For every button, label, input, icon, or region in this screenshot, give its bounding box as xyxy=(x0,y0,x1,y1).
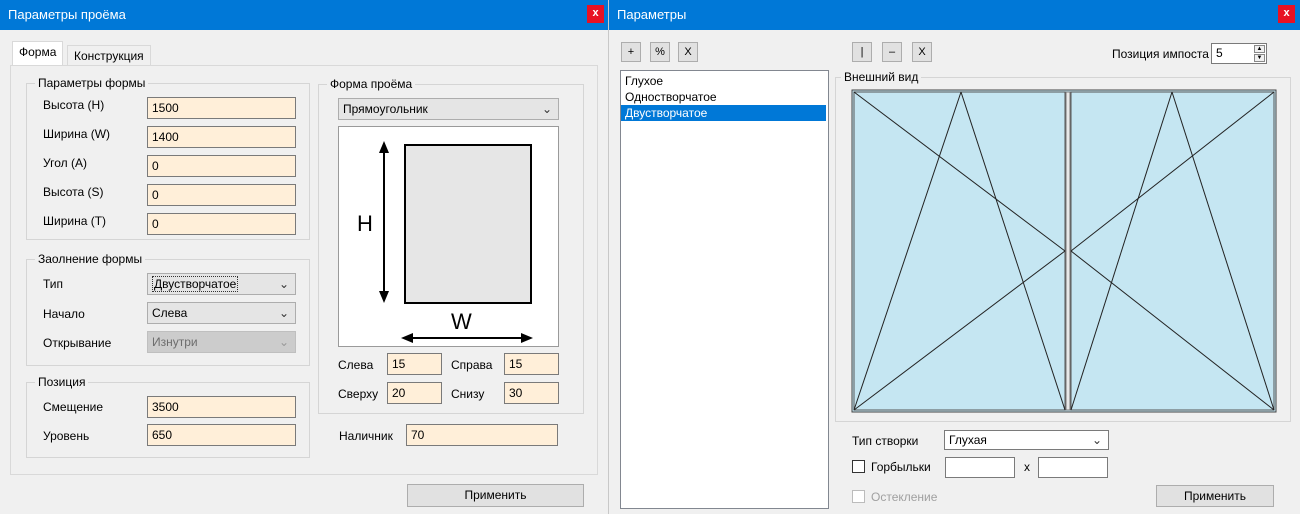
diagram-w-label: W xyxy=(451,309,472,334)
right-margin-input[interactable]: 15 xyxy=(504,353,559,375)
top-margin-input[interactable]: 20 xyxy=(387,382,442,404)
shape-select[interactable]: Прямоугольник ⌄ xyxy=(338,98,559,120)
delete-button[interactable]: X xyxy=(678,42,698,62)
opening-params-window: Параметры проёма x Форма Конструкция Пар… xyxy=(0,0,608,514)
height-s-label: Высота (S) xyxy=(43,185,104,199)
type-label: Тип xyxy=(43,277,64,291)
position-group: Позиция xyxy=(26,375,310,458)
glazing-checkbox[interactable] xyxy=(852,490,865,503)
glazing-bars-label: Горбыльки xyxy=(871,460,931,474)
tab-construction[interactable]: Конструкция xyxy=(67,45,151,67)
group-title: Заолнение формы xyxy=(35,252,146,266)
height-input[interactable]: 1500 xyxy=(147,97,296,119)
chevron-down-icon: ⌄ xyxy=(278,335,289,349)
list-item-selected[interactable]: Двустворчатое xyxy=(621,105,826,121)
impost-position-spinner[interactable]: 5 ▲ ▼ xyxy=(1211,43,1267,64)
spinner-down-icon[interactable]: ▼ xyxy=(1254,54,1265,62)
glazing-label: Остекление xyxy=(871,490,938,504)
arrow-right-icon xyxy=(521,333,533,343)
apply-button[interactable]: Применить xyxy=(407,484,584,507)
bottom-margin-input[interactable]: 30 xyxy=(504,382,559,404)
glazing-bars-height-input[interactable] xyxy=(1038,457,1108,478)
opening-select[interactable]: Изнутри ⌄ xyxy=(147,331,296,353)
level-input[interactable]: 650 xyxy=(147,424,296,446)
window-preview xyxy=(851,89,1277,414)
group-title: Позиция xyxy=(35,375,89,389)
width-input[interactable]: 1400 xyxy=(147,126,296,148)
vertical-impost-button[interactable]: | xyxy=(852,42,872,62)
mullion xyxy=(1065,91,1071,411)
diagram-h-label: H xyxy=(357,211,373,236)
params-window: Параметры x + % X | – X Позиция импоста … xyxy=(609,0,1300,514)
left-margin-label: Слева xyxy=(338,358,374,372)
type-select[interactable]: Двустворчатое ⌄ xyxy=(147,273,296,295)
chevron-down-icon: ⌄ xyxy=(278,306,289,320)
sash-type-value: Глухая xyxy=(949,433,987,447)
close-button[interactable]: x xyxy=(1278,5,1295,23)
apply-button[interactable]: Применить xyxy=(1156,485,1274,507)
chevron-down-icon: ⌄ xyxy=(541,102,552,116)
arrow-up-icon xyxy=(379,141,389,153)
casing-label: Наличник xyxy=(339,429,393,443)
window-title: Параметры xyxy=(609,0,1300,30)
type-select-value: Двустворчатое xyxy=(152,276,239,292)
left-margin-input[interactable]: 15 xyxy=(387,353,442,375)
group-title: Внешний вид xyxy=(841,70,922,84)
glazing-bars-width-input[interactable] xyxy=(945,457,1015,478)
shape-diagram xyxy=(338,126,559,347)
add-button[interactable]: + xyxy=(621,42,641,62)
arrow-down-icon xyxy=(379,291,389,303)
left-sash xyxy=(853,91,1066,411)
height-s-input[interactable]: 0 xyxy=(147,184,296,206)
shape-select-value: Прямоугольник xyxy=(343,102,428,116)
list-item[interactable]: Одностворчатое xyxy=(621,89,828,105)
arrow-left-icon xyxy=(401,333,413,343)
horizontal-impost-button[interactable]: – xyxy=(882,42,902,62)
delete-impost-button[interactable]: X xyxy=(912,42,932,62)
opening-label: Открывание xyxy=(43,336,112,350)
impost-position-value: 5 xyxy=(1216,46,1223,60)
close-button[interactable]: x xyxy=(587,5,604,23)
angle-input[interactable]: 0 xyxy=(147,155,296,177)
spinner-up-icon[interactable]: ▲ xyxy=(1254,45,1265,53)
group-title: Параметры формы xyxy=(35,76,149,90)
width-t-input[interactable]: 0 xyxy=(147,213,296,235)
window-preview-svg xyxy=(851,89,1277,413)
width-t-label: Ширина (T) xyxy=(43,214,107,228)
right-sash xyxy=(1070,91,1275,411)
glazing-bars-x-label: x xyxy=(1024,460,1030,474)
offset-label: Смещение xyxy=(43,400,104,414)
fill-type-list[interactable]: Глухое Одностворчатое Двустворчатое xyxy=(620,70,829,509)
start-select[interactable]: Слева ⌄ xyxy=(147,302,296,324)
chevron-down-icon: ⌄ xyxy=(278,277,289,291)
rect-shape xyxy=(404,144,532,304)
angle-label: Угол (A) xyxy=(43,156,87,170)
percent-button[interactable]: % xyxy=(650,42,670,62)
offset-input[interactable]: 3500 xyxy=(147,396,296,418)
width-label: Ширина (W) xyxy=(43,127,111,141)
glazing-bars-checkbox[interactable] xyxy=(852,460,865,473)
height-label: Высота (H) xyxy=(43,98,105,112)
casing-input[interactable]: 70 xyxy=(406,424,558,446)
sash-type-select[interactable]: Глухая ⌄ xyxy=(944,430,1109,450)
group-title: Форма проёма xyxy=(327,77,416,91)
right-margin-label: Справа xyxy=(451,358,493,372)
start-label: Начало xyxy=(43,307,85,321)
list-item[interactable]: Глухое xyxy=(621,73,828,89)
level-label: Уровень xyxy=(43,429,90,443)
impost-position-label: Позиция импоста xyxy=(1112,47,1209,61)
shape-diagram-svg xyxy=(379,141,533,343)
bottom-margin-label: Снизу xyxy=(451,387,485,401)
sash-type-label: Тип створки xyxy=(852,434,919,448)
chevron-down-icon: ⌄ xyxy=(1091,433,1102,447)
top-margin-label: Сверху xyxy=(338,387,379,401)
tab-form[interactable]: Форма xyxy=(12,41,64,66)
window-title: Параметры проёма xyxy=(0,0,608,30)
opening-select-value: Изнутри xyxy=(152,335,198,349)
start-select-value: Слева xyxy=(152,306,188,320)
